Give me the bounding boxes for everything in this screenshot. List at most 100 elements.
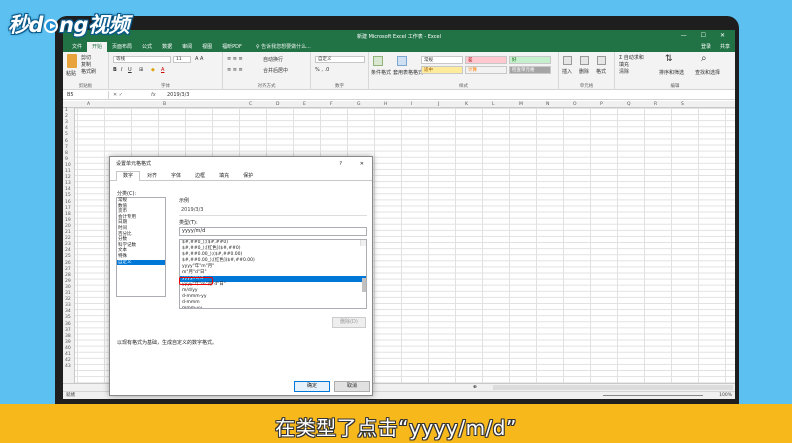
wrap-text-button[interactable]: 自动换行 [263,56,283,63]
column-header[interactable]: G [357,101,361,108]
ok-button[interactable]: 确定 [294,381,330,392]
row-header[interactable]: 12 [65,175,71,180]
insert-cells-icon[interactable] [563,56,572,65]
row-header[interactable]: 7 [65,145,68,150]
row-header[interactable]: 18 [65,212,71,217]
font-color-icon[interactable]: A [161,67,164,73]
tab-file[interactable]: 文件 [67,42,87,52]
border-icon[interactable]: ⊞ [139,67,143,73]
column-header[interactable]: Q [627,101,631,108]
tab-foxit-pdf[interactable]: 福昕PDF [217,42,247,52]
style-normal[interactable]: 常规 [421,56,463,64]
tab-page-layout[interactable]: 页面布局 [107,42,137,52]
column-header[interactable]: O [573,101,577,108]
sort-filter-button[interactable]: 排序和筛选 [659,69,684,76]
font-grow-icon[interactable]: A A [195,56,203,62]
tab-home[interactable]: 开始 [87,42,108,52]
row-header[interactable]: 41 [65,352,71,357]
find-select-button[interactable]: 查找和选择 [695,69,720,76]
row-header[interactable]: 34 [65,309,71,314]
style-neutral[interactable]: 适中 [421,66,463,74]
column-header[interactable]: E [303,101,306,108]
fill-button[interactable]: 填充 [619,61,629,68]
row-header[interactable]: 32 [65,297,71,302]
copy-button[interactable]: 复制 [81,61,91,68]
row-header[interactable]: 17 [65,206,71,211]
scrollbar-thumb[interactable] [362,278,366,292]
row-header[interactable]: 13 [65,181,71,186]
category-list[interactable]: 常规 数值 货币 会计专用 日期 时间 百分比 分数 科学记数 文本 特殊 自定义 [116,197,166,297]
tell-me-search[interactable]: ♀ 告诉我您想要做什么... [251,42,316,52]
format-item[interactable]: mmm-yy [180,306,366,308]
tab-view[interactable]: 视图 [197,42,217,52]
row-header[interactable]: 16 [65,200,71,205]
row-header[interactable]: 4 [65,126,68,131]
add-sheet-icon[interactable]: ⊕ [473,384,477,391]
formula-input[interactable]: 2019/3/3 [167,90,189,100]
row-header[interactable]: 36 [65,322,71,327]
cancel-enter-icons[interactable]: ✕ ✓ [113,90,123,100]
style-good[interactable]: 好 [509,56,551,64]
delete-cells-icon[interactable] [580,56,589,65]
column-header[interactable]: L [492,101,495,108]
table-format-button[interactable]: 套用表格格式 [393,69,423,76]
column-header[interactable]: M [519,101,523,108]
row-header[interactable]: 22 [65,236,71,241]
row-header[interactable]: 2 [65,114,68,119]
row-header[interactable]: 6 [65,139,68,144]
row-header[interactable]: 1 [65,108,68,113]
type-input[interactable]: yyyy/m/d [179,227,367,236]
row-header[interactable]: 27 [65,267,71,272]
clear-button[interactable]: 清除 [619,68,629,75]
row-header[interactable]: 5 [65,132,68,137]
column-header[interactable]: S [681,101,684,108]
search-icon[interactable]: ⌕ [701,53,707,64]
insert-cells-button[interactable]: 插入 [562,68,572,75]
row-header[interactable]: 20 [65,224,71,229]
row-header[interactable]: 19 [65,218,71,223]
window-controls[interactable]: — ☐ ✕ [681,32,731,39]
column-header[interactable]: F [330,101,333,108]
format-list-scrollbar[interactable] [360,240,366,292]
column-header[interactable]: A [87,101,90,108]
row-header[interactable]: 30 [65,285,71,290]
row-header[interactable]: 42 [65,358,71,363]
row-header[interactable]: 25 [65,254,71,259]
row-header[interactable]: 28 [65,273,71,278]
row-header[interactable]: 14 [65,187,71,192]
row-header[interactable]: 8 [65,151,68,156]
conditional-format-button[interactable]: 条件格式 [371,69,391,76]
row-header[interactable]: 43 [65,364,71,369]
tab-fill[interactable]: 填充 [212,171,236,181]
zoom-slider[interactable] [603,395,703,396]
font-name-select[interactable]: 等线 [113,56,171,63]
paste-button[interactable]: 粘贴 [66,70,76,77]
column-header[interactable]: I [411,101,412,108]
column-header[interactable]: C [249,101,252,108]
tab-review[interactable]: 审阅 [177,42,197,52]
format-cells-button[interactable]: 格式 [596,68,606,75]
cancel-button[interactable]: 取消 [334,381,370,392]
row-header[interactable]: 23 [65,242,71,247]
row-header[interactable]: 37 [65,328,71,333]
row-header[interactable]: 11 [65,169,71,174]
style-calculation[interactable]: 计算 [465,66,507,74]
underline-icon[interactable]: U [128,67,132,73]
column-header[interactable]: D [276,101,279,108]
column-header[interactable]: K [465,101,468,108]
delete-cells-button[interactable]: 删除 [579,68,589,75]
autosum-button[interactable]: Σ 自动求和 [619,54,644,61]
row-header[interactable]: 15 [65,193,71,198]
horizontal-scrollbar[interactable] [493,385,733,390]
tab-font[interactable]: 字体 [164,171,188,181]
align-left-icon[interactable]: ≡ ≡ ≡ [227,67,243,73]
row-header[interactable]: 9 [65,157,68,162]
table-format-icon[interactable] [397,56,407,66]
number-format-select[interactable]: 自定义 [315,56,365,63]
column-header[interactable]: H [384,101,387,108]
format-list[interactable]: $#,##0_);($#,##0) $#,##0_);[红色]($#,##0) $#… [179,239,367,309]
row-header[interactable]: 3 [65,120,68,125]
font-size-select[interactable]: 11 [173,56,191,63]
bold-icon[interactable]: B [113,67,117,73]
column-header[interactable]: P [600,101,603,108]
